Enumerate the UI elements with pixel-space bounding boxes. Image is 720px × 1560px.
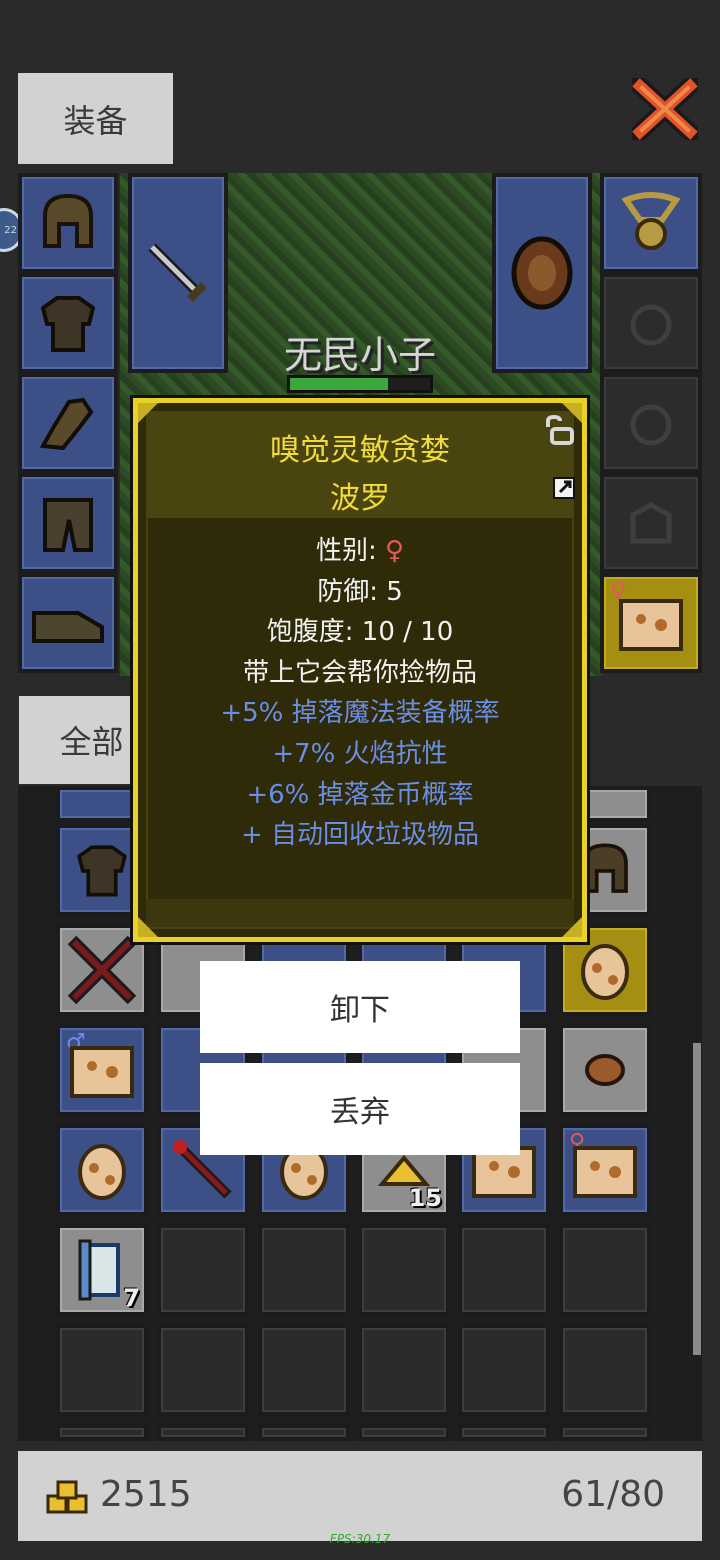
pants-icon	[43, 498, 93, 552]
pet-cat-icon	[573, 1146, 637, 1198]
weapon-slot[interactable]	[128, 173, 228, 373]
inventory-slot[interactable]	[358, 1324, 450, 1416]
gloves-icon	[39, 397, 94, 451]
inventory-slot[interactable]	[157, 1324, 249, 1416]
close-icon	[625, 71, 705, 147]
corner-ornament-bottom-right	[562, 917, 582, 937]
stack-count: 15	[408, 1184, 442, 1212]
stack-count: 7	[123, 1284, 140, 1312]
artifact-slot[interactable]	[600, 473, 702, 573]
pet-cat-icon	[70, 1046, 134, 1098]
gold-amount: 2515	[100, 1474, 192, 1515]
armor-icon	[77, 845, 127, 897]
gloves-slot[interactable]	[18, 373, 118, 473]
buff-auto-recycle: + 自动回收垃圾物品	[240, 820, 480, 851]
popup-title-line2: 波罗	[330, 481, 390, 516]
egg-icon	[581, 944, 629, 1000]
hero-health-bar	[287, 375, 433, 393]
shield-icon	[511, 236, 573, 310]
tab-equipment[interactable]: 装备	[18, 73, 173, 164]
helmet-slot[interactable]	[18, 173, 118, 273]
stat-defense: 防御: 5	[317, 576, 403, 607]
unequip-label: 卸下	[330, 993, 390, 1028]
fps-counter: FPS:30.17	[329, 1532, 391, 1546]
pants-slot[interactable]	[18, 473, 118, 573]
inventory-slot[interactable]	[56, 1324, 148, 1416]
amulet-slot[interactable]	[600, 173, 702, 273]
hero-health-fill	[290, 378, 388, 390]
helmet-icon	[43, 193, 93, 248]
boots-icon	[32, 611, 104, 643]
inventory-capacity: 61/80	[561, 1474, 665, 1515]
ring-icon	[630, 304, 672, 346]
inventory-slot[interactable]	[458, 1224, 550, 1316]
armor-slot[interactable]	[18, 273, 118, 373]
pet-slot[interactable]: ♀	[600, 573, 702, 673]
inventory-slot[interactable]: ♂	[56, 1024, 148, 1116]
hero-name: 无民小子	[283, 333, 436, 377]
inventory-slot[interactable]: 7	[56, 1224, 148, 1316]
inventory-slot[interactable]	[157, 1424, 249, 1441]
shield-slot[interactable]	[492, 173, 592, 373]
inventory-slot[interactable]	[458, 1324, 550, 1416]
female-icon: ♀	[384, 536, 405, 566]
inventory-scrollbar[interactable]	[693, 1043, 701, 1355]
inventory-slot[interactable]	[559, 1424, 651, 1441]
armor-icon	[40, 296, 96, 352]
inventory-slot[interactable]	[157, 1224, 249, 1316]
stat-description: 带上它会帮你捡物品	[242, 657, 477, 688]
ring-slot-1[interactable]	[600, 273, 702, 373]
inventory-slot[interactable]	[358, 1224, 450, 1316]
inventory-slot[interactable]	[358, 1424, 450, 1441]
popup-footer-band	[146, 899, 574, 927]
egg-icon	[78, 1144, 126, 1200]
inventory-slot[interactable]	[56, 1124, 148, 1216]
lock-icon[interactable]	[542, 415, 576, 447]
open-link-icon[interactable]	[552, 476, 576, 500]
scroll-icon	[78, 1239, 120, 1301]
unequip-button[interactable]: 卸下	[200, 961, 520, 1053]
inventory-slot[interactable]: ♀	[559, 1124, 651, 1216]
buff-gold-drop: +6% 掉落金币概率	[246, 779, 474, 810]
inventory-slot[interactable]	[258, 1224, 350, 1316]
inventory-slot[interactable]	[258, 1324, 350, 1416]
boots-slot[interactable]	[18, 573, 118, 673]
meat-icon	[585, 1054, 625, 1086]
discard-label: 丢弃	[330, 1095, 390, 1130]
popup-title-line1: 嗅觉灵敏贪婪	[270, 433, 450, 468]
gold-coins-icon	[46, 1480, 88, 1514]
corner-ornament-top-left	[138, 403, 158, 423]
buff-magic-drop: +5% 掉落魔法装备概率	[220, 698, 500, 729]
ring-icon	[630, 404, 672, 446]
popup-stats: 性别: ♀ 防御: 5 饱腹度: 10 / 10 带上它会帮你捡物品 +5% 掉…	[138, 531, 582, 856]
tab-all-label: 全部	[59, 723, 124, 761]
inventory-slot[interactable]	[458, 1424, 550, 1441]
corner-ornament-bottom-left	[138, 917, 158, 937]
sword-icon	[148, 243, 207, 302]
crossed-weapons-icon	[67, 935, 137, 1005]
ring-slot-2[interactable]	[600, 373, 702, 473]
pet-cat-icon	[619, 599, 683, 651]
inventory-slot[interactable]	[559, 1224, 651, 1316]
stat-satiety: 饱腹度: 10 / 10	[266, 617, 454, 648]
artifact-icon	[630, 502, 672, 544]
tab-equipment-label: 装备	[63, 101, 128, 140]
item-info-popup: 嗅觉灵敏贪婪 波罗 性别: ♀ 防御: 5 饱腹度: 10 / 10 带上它会帮…	[133, 398, 587, 942]
close-button[interactable]	[625, 71, 705, 147]
inventory-slot[interactable]	[559, 1324, 651, 1416]
inventory-slot[interactable]	[56, 1424, 148, 1441]
buff-fire-resist: +7% 火焰抗性	[272, 738, 448, 769]
stat-gender: 性别: ♀	[315, 536, 405, 566]
inventory-slot[interactable]	[258, 1424, 350, 1441]
discard-button[interactable]: 丢弃	[200, 1063, 520, 1155]
amulet-icon	[621, 192, 681, 250]
side-badge-count: 22	[4, 224, 17, 236]
inventory-slot[interactable]	[559, 1024, 651, 1116]
